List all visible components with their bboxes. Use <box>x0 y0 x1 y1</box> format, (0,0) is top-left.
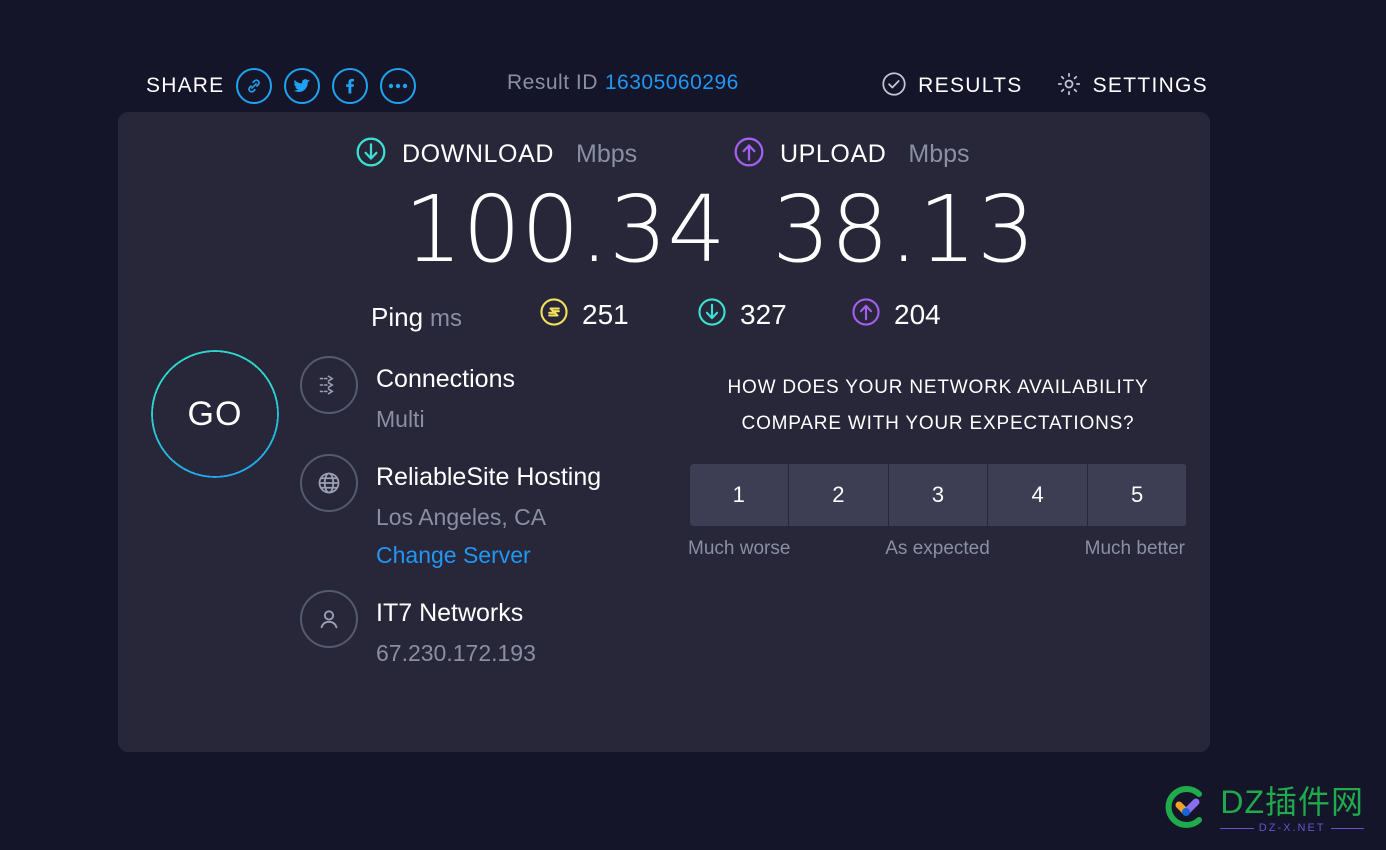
ping-unit: ms <box>430 305 463 332</box>
ping-idle: 251 <box>538 296 629 333</box>
link-icon[interactable] <box>236 68 273 104</box>
upload-block: UPLOAD Mbps 38.13 <box>732 134 1035 278</box>
rating-option-1[interactable]: 1 <box>689 464 790 526</box>
globe-icon <box>300 454 358 512</box>
rating-option-5[interactable]: 5 <box>1087 464 1187 526</box>
survey: HOW DOES YOUR NETWORK AVAILABILITY COMPA… <box>688 370 1188 560</box>
watermark-title: DZ插件网 <box>1220 784 1364 820</box>
speedtest-result-page: SHARE Result ID 16305060296 RESULTS SETT… <box>0 0 1386 850</box>
download-value: 100.34 <box>404 176 726 283</box>
result-id: Result ID 16305060296 <box>507 71 739 95</box>
survey-label-high: Much better <box>1084 538 1185 559</box>
go-button-label: GO <box>187 394 243 433</box>
ping-upload: 204 <box>850 296 941 333</box>
dz-logo-icon <box>1162 783 1210 836</box>
download-unit: Mbps <box>576 139 638 168</box>
isp-text: IT7 Networks 67.230.172.193 <box>376 588 536 672</box>
server-text: ReliableSite Hosting Los Angeles, CA Cha… <box>376 452 601 574</box>
upload-unit: Mbps <box>908 139 970 168</box>
upload-arrow-icon <box>732 135 766 174</box>
result-id-value[interactable]: 16305060296 <box>605 71 739 94</box>
change-server-link[interactable]: Change Server <box>376 536 601 574</box>
survey-scale-labels: Much worse As expected Much better <box>688 538 1185 560</box>
rating-option-3[interactable]: 3 <box>888 464 989 526</box>
upload-header: UPLOAD Mbps <box>732 134 1035 174</box>
gear-icon <box>1055 70 1083 103</box>
ping-upload-value: 204 <box>894 298 941 330</box>
user-icon <box>300 590 358 648</box>
connection-info-list: Connections Multi ReliableSite Hosting L… <box>300 354 630 686</box>
header-actions: RESULTS SETTINGS <box>880 60 1208 112</box>
upload-value: 38.13 <box>772 176 1036 283</box>
settings-button[interactable]: SETTINGS <box>1055 70 1208 103</box>
rating-option-4[interactable]: 4 <box>988 464 1088 526</box>
isp-name: IT7 Networks <box>376 599 524 627</box>
survey-rating-group: 1 2 3 4 5 <box>689 464 1187 526</box>
connections-row: Connections Multi <box>300 354 630 438</box>
share-label: SHARE <box>146 74 225 97</box>
check-circle-icon <box>880 70 908 103</box>
go-button[interactable]: GO <box>151 350 279 478</box>
download-arrow-icon <box>354 135 388 174</box>
settings-label: SETTINGS <box>1092 74 1208 97</box>
connections-title: Connections <box>376 365 515 393</box>
server-location: Los Angeles, CA <box>376 504 547 530</box>
ping-idle-icon <box>538 296 570 333</box>
ping-download-value: 327 <box>740 298 787 330</box>
watermark-text: DZ插件网 DZ-X.NET <box>1220 785 1364 834</box>
server-name: ReliableSite Hosting <box>376 463 602 491</box>
server-row: ReliableSite Hosting Los Angeles, CA Cha… <box>300 452 630 574</box>
survey-label-low: Much worse <box>688 538 791 559</box>
survey-label-mid: As expected <box>885 538 990 559</box>
results-button[interactable]: RESULTS <box>880 70 1022 103</box>
upload-title: UPLOAD <box>780 139 887 168</box>
speed-results: DOWNLOAD Mbps 100.34 UPLOAD Mbps 38.13 <box>118 134 1210 294</box>
isp-ip: 67.230.172.193 <box>376 640 536 666</box>
ping-label: Ping ms <box>371 302 462 333</box>
isp-row: IT7 Networks 67.230.172.193 <box>300 588 630 672</box>
result-id-label: Result ID <box>507 71 598 94</box>
more-icon[interactable] <box>380 68 417 104</box>
page-header: SHARE Result ID 16305060296 RESULTS SETT… <box>0 60 1386 112</box>
connections-text: Connections Multi <box>376 354 515 438</box>
download-block: DOWNLOAD Mbps 100.34 <box>354 134 726 278</box>
download-title: DOWNLOAD <box>402 139 555 168</box>
download-header: DOWNLOAD Mbps <box>354 134 726 174</box>
ping-upload-icon <box>850 296 882 333</box>
twitter-icon[interactable] <box>284 68 321 104</box>
ping-label-text: Ping <box>371 302 424 332</box>
watermark-subtitle: DZ-X.NET <box>1220 822 1364 834</box>
ping-download-icon <box>696 296 728 333</box>
results-label: RESULTS <box>918 74 1023 97</box>
connections-icon <box>300 356 358 414</box>
result-card: DOWNLOAD Mbps 100.34 UPLOAD Mbps 38.13 P… <box>118 112 1210 752</box>
ping-idle-value: 251 <box>582 298 629 330</box>
survey-question: HOW DOES YOUR NETWORK AVAILABILITY COMPA… <box>727 377 1149 434</box>
ping-download: 327 <box>696 296 787 333</box>
rating-option-2[interactable]: 2 <box>789 464 889 526</box>
share-group: SHARE <box>146 60 417 112</box>
connections-value: Multi <box>376 406 425 432</box>
ping-row: Ping ms 251 327 204 <box>118 294 1210 344</box>
watermark: DZ插件网 DZ-X.NET <box>1162 783 1364 836</box>
facebook-icon[interactable] <box>332 68 369 104</box>
